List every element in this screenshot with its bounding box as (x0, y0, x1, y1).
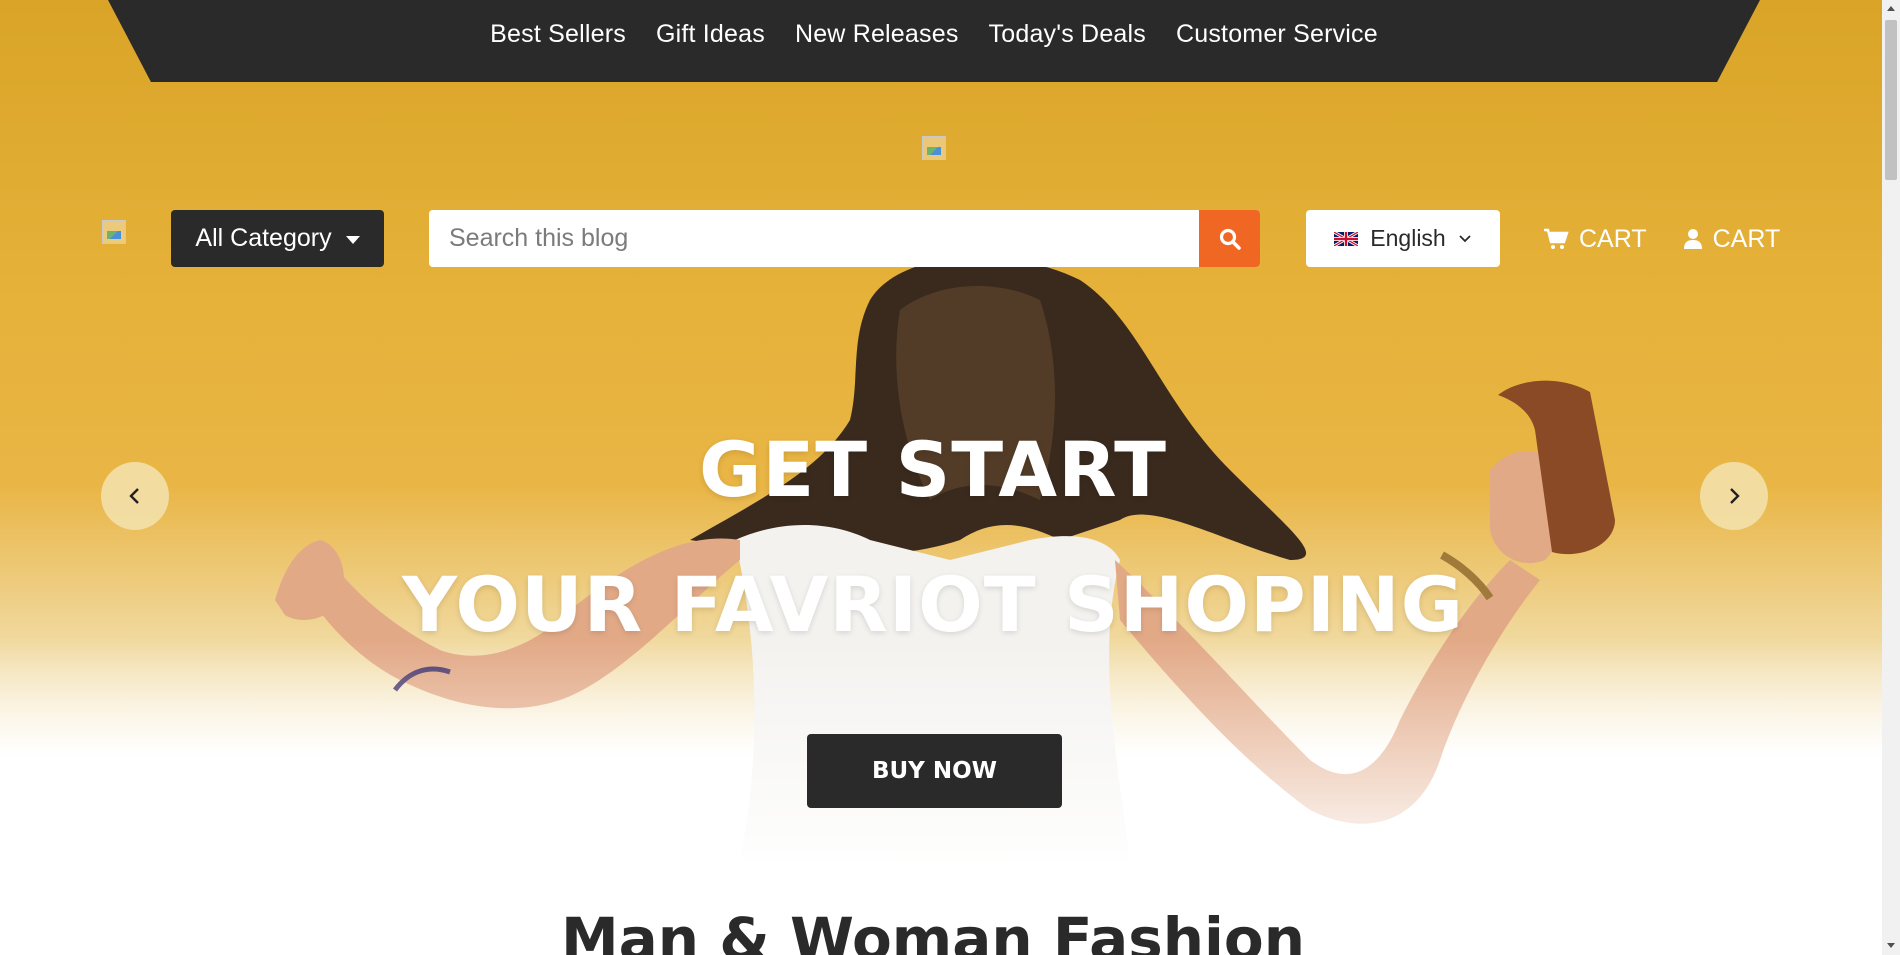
site-logo[interactable] (922, 136, 946, 160)
search-icon (1219, 228, 1241, 250)
section-title: Man & Woman Fashion (560, 905, 1306, 955)
scroll-thumb[interactable] (1885, 20, 1897, 180)
user-icon[interactable] (1683, 228, 1703, 250)
nav-new-releases[interactable]: New Releases (795, 20, 959, 49)
search-input[interactable] (429, 210, 1199, 267)
cart-icon[interactable] (1543, 228, 1569, 250)
account-link[interactable]: CART (1713, 225, 1781, 254)
top-navigation: Best Sellers Gift Ideas New Releases Tod… (108, 0, 1760, 82)
language-label: English (1370, 225, 1446, 251)
caret-down-icon (345, 235, 360, 244)
hero-title-line2: YOUR FAVRIOT SHOPING (402, 560, 1464, 649)
cart-link[interactable]: CART (1579, 225, 1647, 254)
nav-gift-ideas[interactable]: Gift Ideas (656, 20, 765, 49)
menu-toggle-image[interactable] (102, 220, 126, 244)
uk-flag-icon (1334, 231, 1359, 246)
search-button[interactable] (1199, 210, 1260, 267)
category-dropdown[interactable]: All Category (171, 210, 384, 267)
category-label: All Category (195, 224, 332, 252)
language-selector[interactable]: English (1306, 210, 1500, 267)
scroll-up-icon[interactable] (1887, 6, 1895, 11)
chevron-down-icon (1459, 234, 1471, 242)
cart-area: CART CART (1543, 218, 1780, 260)
nav-todays-deals[interactable]: Today's Deals (989, 20, 1146, 49)
scroll-down-icon[interactable] (1887, 943, 1895, 948)
hero-title-line1: GET START (698, 425, 1168, 514)
nav-customer-service[interactable]: Customer Service (1176, 20, 1378, 49)
search-bar (429, 210, 1260, 267)
nav-best-sellers[interactable]: Best Sellers (490, 20, 626, 49)
page-scrollbar[interactable] (1882, 0, 1900, 955)
buy-now-button[interactable]: BUY NOW (807, 734, 1062, 808)
